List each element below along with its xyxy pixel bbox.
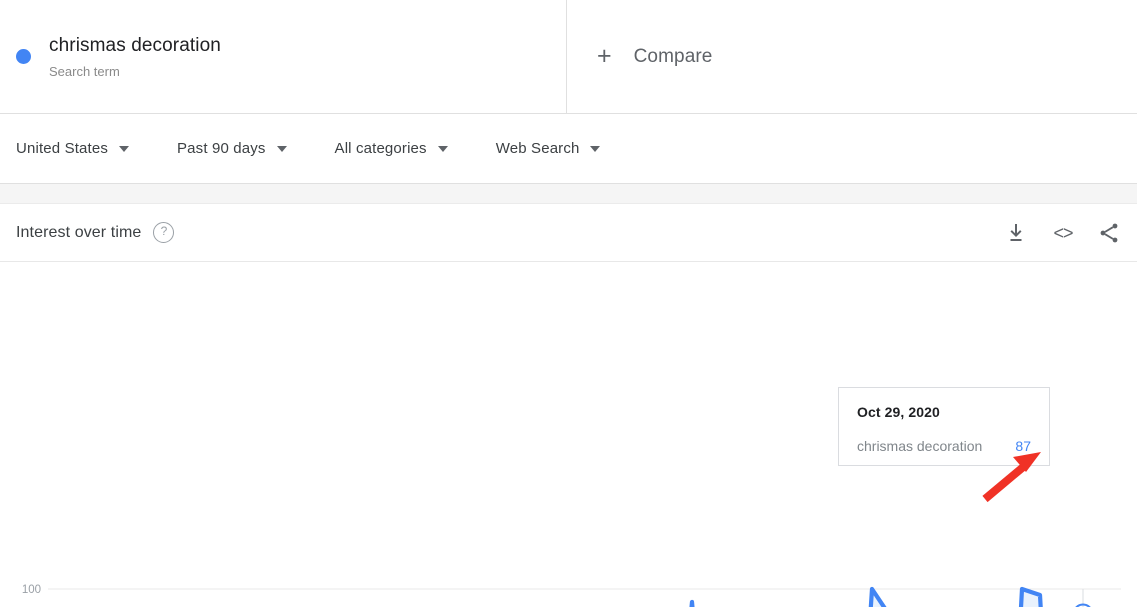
chart-line bbox=[27, 589, 1122, 607]
section-separator bbox=[0, 184, 1137, 204]
tooltip-date: Oct 29, 2020 bbox=[857, 404, 1031, 420]
chevron-down-icon bbox=[438, 146, 448, 152]
filter-search-type-label: Web Search bbox=[496, 140, 580, 157]
chart-y-axis-labels: 100 75 50 25 bbox=[22, 584, 41, 607]
tooltip-value: 87 bbox=[1015, 438, 1031, 454]
filter-bar: United States Past 90 days All categorie… bbox=[0, 114, 1137, 184]
add-comparison-button[interactable]: + Compare bbox=[567, 0, 1137, 113]
search-term-card[interactable]: chrismas decoration Search term bbox=[0, 0, 567, 113]
filter-category-label: All categories bbox=[335, 140, 427, 157]
tooltip-series-label: chrismas decoration bbox=[857, 438, 982, 454]
chart-tooltip: Oct 29, 2020 chrismas decoration 87 bbox=[838, 387, 1050, 466]
download-icon[interactable] bbox=[1005, 221, 1029, 245]
search-term-bar: chrismas decoration Search term + Compar… bbox=[0, 0, 1137, 114]
series-color-dot bbox=[16, 49, 31, 64]
filter-time-range[interactable]: Past 90 days bbox=[177, 140, 287, 157]
search-term-text: chrismas decoration Search term bbox=[49, 34, 221, 80]
filter-location-label: United States bbox=[16, 140, 108, 157]
filter-location[interactable]: United States bbox=[16, 140, 129, 157]
filter-time-range-label: Past 90 days bbox=[177, 140, 266, 157]
filter-category[interactable]: All categories bbox=[335, 140, 448, 157]
share-icon[interactable] bbox=[1097, 221, 1121, 245]
embed-code-icon[interactable]: <> bbox=[1051, 221, 1075, 245]
plus-icon: + bbox=[597, 44, 612, 69]
help-icon[interactable]: ? bbox=[153, 222, 174, 243]
search-term-subtitle: Search term bbox=[49, 64, 221, 80]
chevron-down-icon bbox=[119, 146, 129, 152]
card-toolbar: <> bbox=[1005, 221, 1121, 245]
card-header: Interest over time ? <> bbox=[0, 204, 1137, 262]
tooltip-row: chrismas decoration 87 bbox=[857, 438, 1031, 454]
filter-search-type[interactable]: Web Search bbox=[496, 140, 601, 157]
chart-area-fill bbox=[27, 589, 1122, 607]
y-tick-100: 100 bbox=[22, 584, 41, 596]
compare-label: Compare bbox=[634, 46, 713, 68]
chevron-down-icon bbox=[590, 146, 600, 152]
chevron-down-icon bbox=[277, 146, 287, 152]
chart-gridlines bbox=[27, 589, 1121, 607]
search-term-title: chrismas decoration bbox=[49, 34, 221, 58]
page-title: Interest over time bbox=[16, 224, 141, 242]
